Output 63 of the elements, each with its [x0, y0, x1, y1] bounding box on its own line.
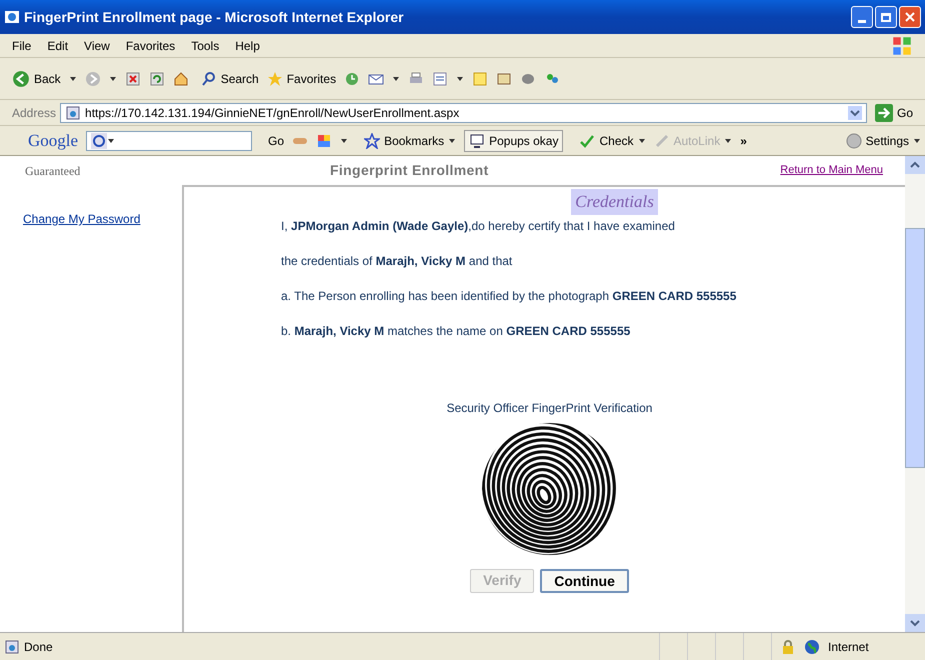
search-icon: [200, 70, 217, 86]
favorites-button[interactable]: Favorites: [266, 70, 336, 88]
scrollbar[interactable]: [905, 156, 925, 632]
certification-text: b. Marajh, Vicky M matches the name on GREEN CARD 555555: [281, 322, 632, 340]
scroll-thumb[interactable]: [905, 228, 925, 468]
page-icon: [4, 638, 20, 654]
maximize-button[interactable]: [875, 6, 897, 28]
menu-item[interactable]: Tools: [191, 36, 220, 54]
certification-text: the credentials of Marajh, Vicky M and that: [281, 252, 514, 270]
back-button[interactable]: Back: [12, 70, 61, 88]
wand-icon: [654, 132, 670, 148]
popups-button[interactable]: Popups okay: [464, 130, 564, 152]
browser-icon: [4, 9, 20, 25]
bookmarks-button[interactable]: Bookmarks: [364, 132, 456, 150]
edit-icon[interactable]: [432, 70, 448, 86]
logo-text: Guaranteed: [25, 164, 80, 178]
star-icon: [266, 70, 283, 86]
refresh-icon[interactable]: [148, 70, 165, 86]
menu-item[interactable]: View: [84, 36, 110, 54]
url-text: https://170.142.131.194/GinnieNET/gnEnroll/NewUserEnrollment.aspx: [85, 104, 460, 122]
more-button[interactable]: »: [740, 132, 747, 150]
go-button[interactable]: Go: [874, 104, 913, 122]
change-password-link[interactable]: Change My Password: [23, 212, 140, 226]
news-icon[interactable]: [316, 132, 332, 148]
search-button[interactable]: Search: [200, 70, 259, 88]
verification-caption: Security Officer FingerPrint Verification: [446, 400, 652, 416]
scroll-down-icon[interactable]: [905, 614, 925, 632]
address-label: Address: [12, 104, 56, 122]
address-field[interactable]: https://170.142.131.194/GinnieNET/gnEnroll/NewUserEnrollment.aspx: [60, 102, 867, 122]
menu-item[interactable]: File: [12, 36, 32, 54]
menu-item[interactable]: Edit: [47, 36, 68, 54]
zone-text: Internet: [828, 638, 869, 656]
page-title: Fingerprint Enrollment: [330, 161, 489, 180]
credentials-heading: Credentials: [571, 189, 658, 214]
g-icon: [91, 132, 108, 148]
settings-button[interactable]: Settings: [846, 132, 921, 150]
menu-item[interactable]: Help: [235, 36, 260, 54]
google-logo: Google: [28, 130, 78, 152]
status-text: Done: [24, 638, 53, 656]
monitor-icon: [469, 132, 486, 148]
globe-icon: [804, 638, 820, 654]
star-icon: [364, 132, 380, 148]
google-search-field[interactable]: [86, 130, 252, 150]
close-icon: [905, 12, 915, 22]
dropdown-icon[interactable]: [848, 106, 862, 120]
certification-text: I, JPMorgan Admin (Wade Gayle),do hereby certify that I have examined: [281, 218, 676, 234]
go-button[interactable]: Go: [268, 132, 284, 150]
return-link[interactable]: Return to Main Menu: [780, 162, 883, 179]
scroll-up-icon[interactable]: [905, 156, 925, 174]
lock-icon: [780, 638, 796, 654]
close-button[interactable]: [899, 6, 921, 28]
continue-button[interactable]: Continue: [540, 568, 629, 592]
minimize-button[interactable]: [851, 6, 873, 28]
menu-item[interactable]: Favorites: [126, 36, 176, 54]
spell-check-button[interactable]: Check: [579, 132, 646, 150]
stop-icon[interactable]: [124, 70, 141, 86]
home-icon[interactable]: [172, 70, 189, 86]
checkmark-icon: [579, 132, 596, 148]
page-icon: [65, 104, 82, 120]
windows-logo-icon: [891, 36, 913, 56]
history-icon[interactable]: [344, 70, 360, 86]
window-title: FingerPrint Enrollment page - Microsoft Internet Explorer: [24, 8, 404, 27]
certification-text: a. The Person enrolling has been identified by the photograph GREEN CARD 555555: [281, 288, 738, 304]
